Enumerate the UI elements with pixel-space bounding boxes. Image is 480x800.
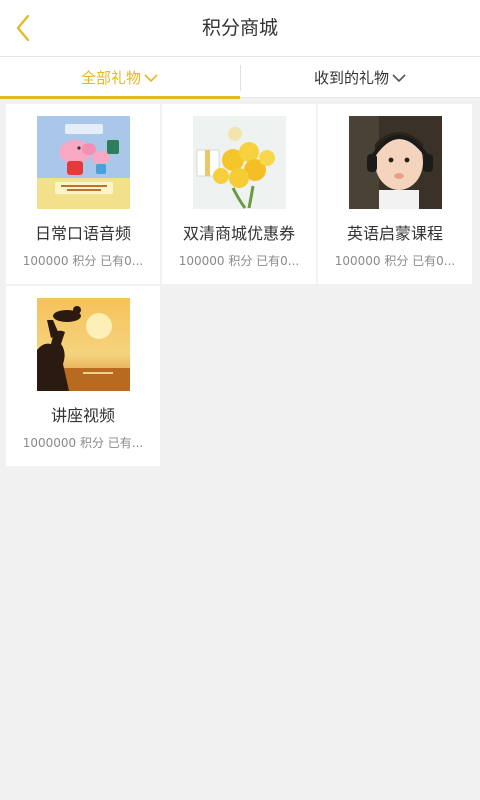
gift-thumbnail-flowers bbox=[193, 116, 286, 209]
gift-points: 100000 积分 已有0... bbox=[334, 254, 456, 268]
gift-name: 讲座视频 bbox=[50, 406, 115, 425]
gift-tabs: 全部礼物 收到的礼物 bbox=[0, 57, 480, 99]
page-title: 积分商城 bbox=[201, 17, 278, 39]
gift-thumbnail-peppa bbox=[37, 116, 130, 209]
tab-all-gifts-label: 全部礼物 bbox=[80, 69, 141, 87]
gift-name: 英语启蒙课程 bbox=[346, 224, 443, 243]
gift-card[interactable]: 日常口语音频 100000 积分 已有0... bbox=[6, 104, 160, 284]
back-button[interactable] bbox=[6, 8, 46, 48]
gift-name: 日常口语音频 bbox=[34, 224, 131, 243]
gift-points: 100000 积分 已有0... bbox=[22, 254, 144, 268]
gift-points: 100000 积分 已有0... bbox=[178, 254, 300, 268]
gift-card[interactable]: 英语启蒙课程 100000 积分 已有0... bbox=[318, 104, 472, 284]
top-bar: 积分商城 bbox=[0, 0, 480, 57]
active-tab-indicator bbox=[0, 96, 240, 99]
chevron-down-icon bbox=[392, 73, 406, 82]
chevron-down-icon bbox=[144, 73, 158, 82]
back-chevron-icon bbox=[16, 14, 30, 42]
tab-received-gifts[interactable]: 收到的礼物 bbox=[241, 57, 480, 98]
gift-thumbnail-baby bbox=[349, 116, 442, 209]
tab-all-gifts[interactable]: 全部礼物 bbox=[0, 57, 240, 99]
gift-thumbnail-sunset bbox=[37, 298, 130, 391]
gift-card[interactable]: 讲座视频 1000000 积分 已有... bbox=[6, 286, 160, 466]
tab-received-gifts-label: 收到的礼物 bbox=[313, 69, 389, 87]
gift-card[interactable]: 双清商城优惠券 100000 积分 已有0... bbox=[162, 104, 316, 284]
gift-name: 双清商城优惠券 bbox=[182, 224, 295, 243]
gift-points: 1000000 积分 已有... bbox=[22, 436, 144, 450]
